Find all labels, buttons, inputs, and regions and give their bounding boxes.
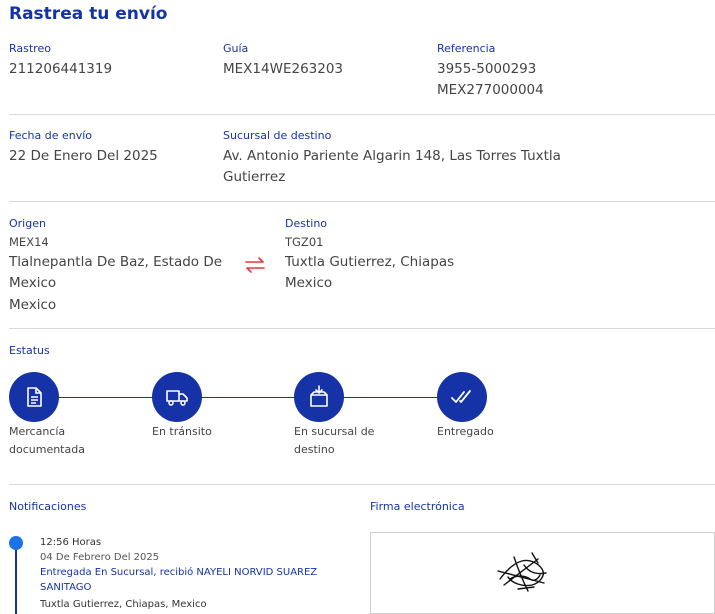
reference-label: Referencia xyxy=(437,42,496,55)
notification-location: Tuxtla Gutierrez, Chiapas, Mexico xyxy=(40,599,207,610)
dest-branch-line1: Av. Antonio Pariente Algarin 148, Las To… xyxy=(223,148,561,164)
status-label: Estatus xyxy=(9,344,50,357)
page-title: Rastrea tu envío xyxy=(9,4,168,24)
status-step-delivered xyxy=(437,372,487,422)
destination-code: TGZ01 xyxy=(285,235,324,249)
ship-date-value: 22 De Enero Del 2025 xyxy=(9,148,158,164)
status-step-documented xyxy=(9,372,59,422)
double-check-icon xyxy=(451,390,471,403)
status-step-label: En tránsito xyxy=(152,425,212,438)
reference-value-2: MEX277000004 xyxy=(437,82,544,98)
origin-code: MEX14 xyxy=(9,235,49,249)
swap-arrows-icon xyxy=(243,256,267,274)
status-step-at-branch xyxy=(294,372,344,422)
destination-city: Tuxtla Gutierrez, Chiapas xyxy=(285,254,455,270)
guide-label: Guía xyxy=(223,42,249,55)
notification-item: 12:56 Horas 04 De Febrero Del 2025 Entre… xyxy=(40,535,360,612)
dest-branch-label: Sucursal de destino xyxy=(223,129,332,142)
origin-country: Mexico xyxy=(9,297,57,313)
notification-event-line1: Entregada En Sucursal, recibió NAYELI NO… xyxy=(40,567,318,578)
origin-label: Origen xyxy=(9,217,46,230)
ship-date-label: Fecha de envío xyxy=(9,129,93,142)
divider xyxy=(9,484,715,485)
status-step-label: Entregado xyxy=(437,425,494,438)
destination-label: Destino xyxy=(285,217,328,230)
timeline-line xyxy=(15,543,17,614)
signature-image xyxy=(497,552,547,592)
status-step-in-transit xyxy=(152,372,202,422)
status-progress-line xyxy=(34,397,462,398)
reference-value-1: 3955-5000293 xyxy=(437,61,537,77)
tracking-label: Rastreo xyxy=(9,42,51,55)
divider xyxy=(9,328,715,329)
notifications-label: Notificaciones xyxy=(9,500,87,513)
signature-label: Firma electrónica xyxy=(370,500,465,513)
document-icon xyxy=(27,387,42,407)
divider xyxy=(9,114,715,115)
notification-date: 04 De Febrero Del 2025 xyxy=(40,552,160,563)
box-icon xyxy=(310,385,328,407)
origin-city-line1: Tlalnepantla De Baz, Estado De xyxy=(9,254,223,270)
tracking-number: 211206441319 xyxy=(9,61,113,77)
divider xyxy=(9,201,715,202)
dest-branch-line2: Gutierrez xyxy=(223,169,286,185)
signature-box xyxy=(370,532,715,614)
status-step-label: En sucursal de destino xyxy=(294,425,375,456)
guide-number: MEX14WE263203 xyxy=(223,61,344,77)
timeline-dot xyxy=(9,536,23,550)
truck-icon xyxy=(166,390,188,406)
notification-event-line2: SANITAGO xyxy=(40,582,92,593)
origin-city-line2: Mexico xyxy=(9,275,57,291)
status-step-label: Mercancía documentada xyxy=(9,425,85,456)
notification-time: 12:56 Horas xyxy=(40,537,102,548)
destination-country: Mexico xyxy=(285,275,333,291)
